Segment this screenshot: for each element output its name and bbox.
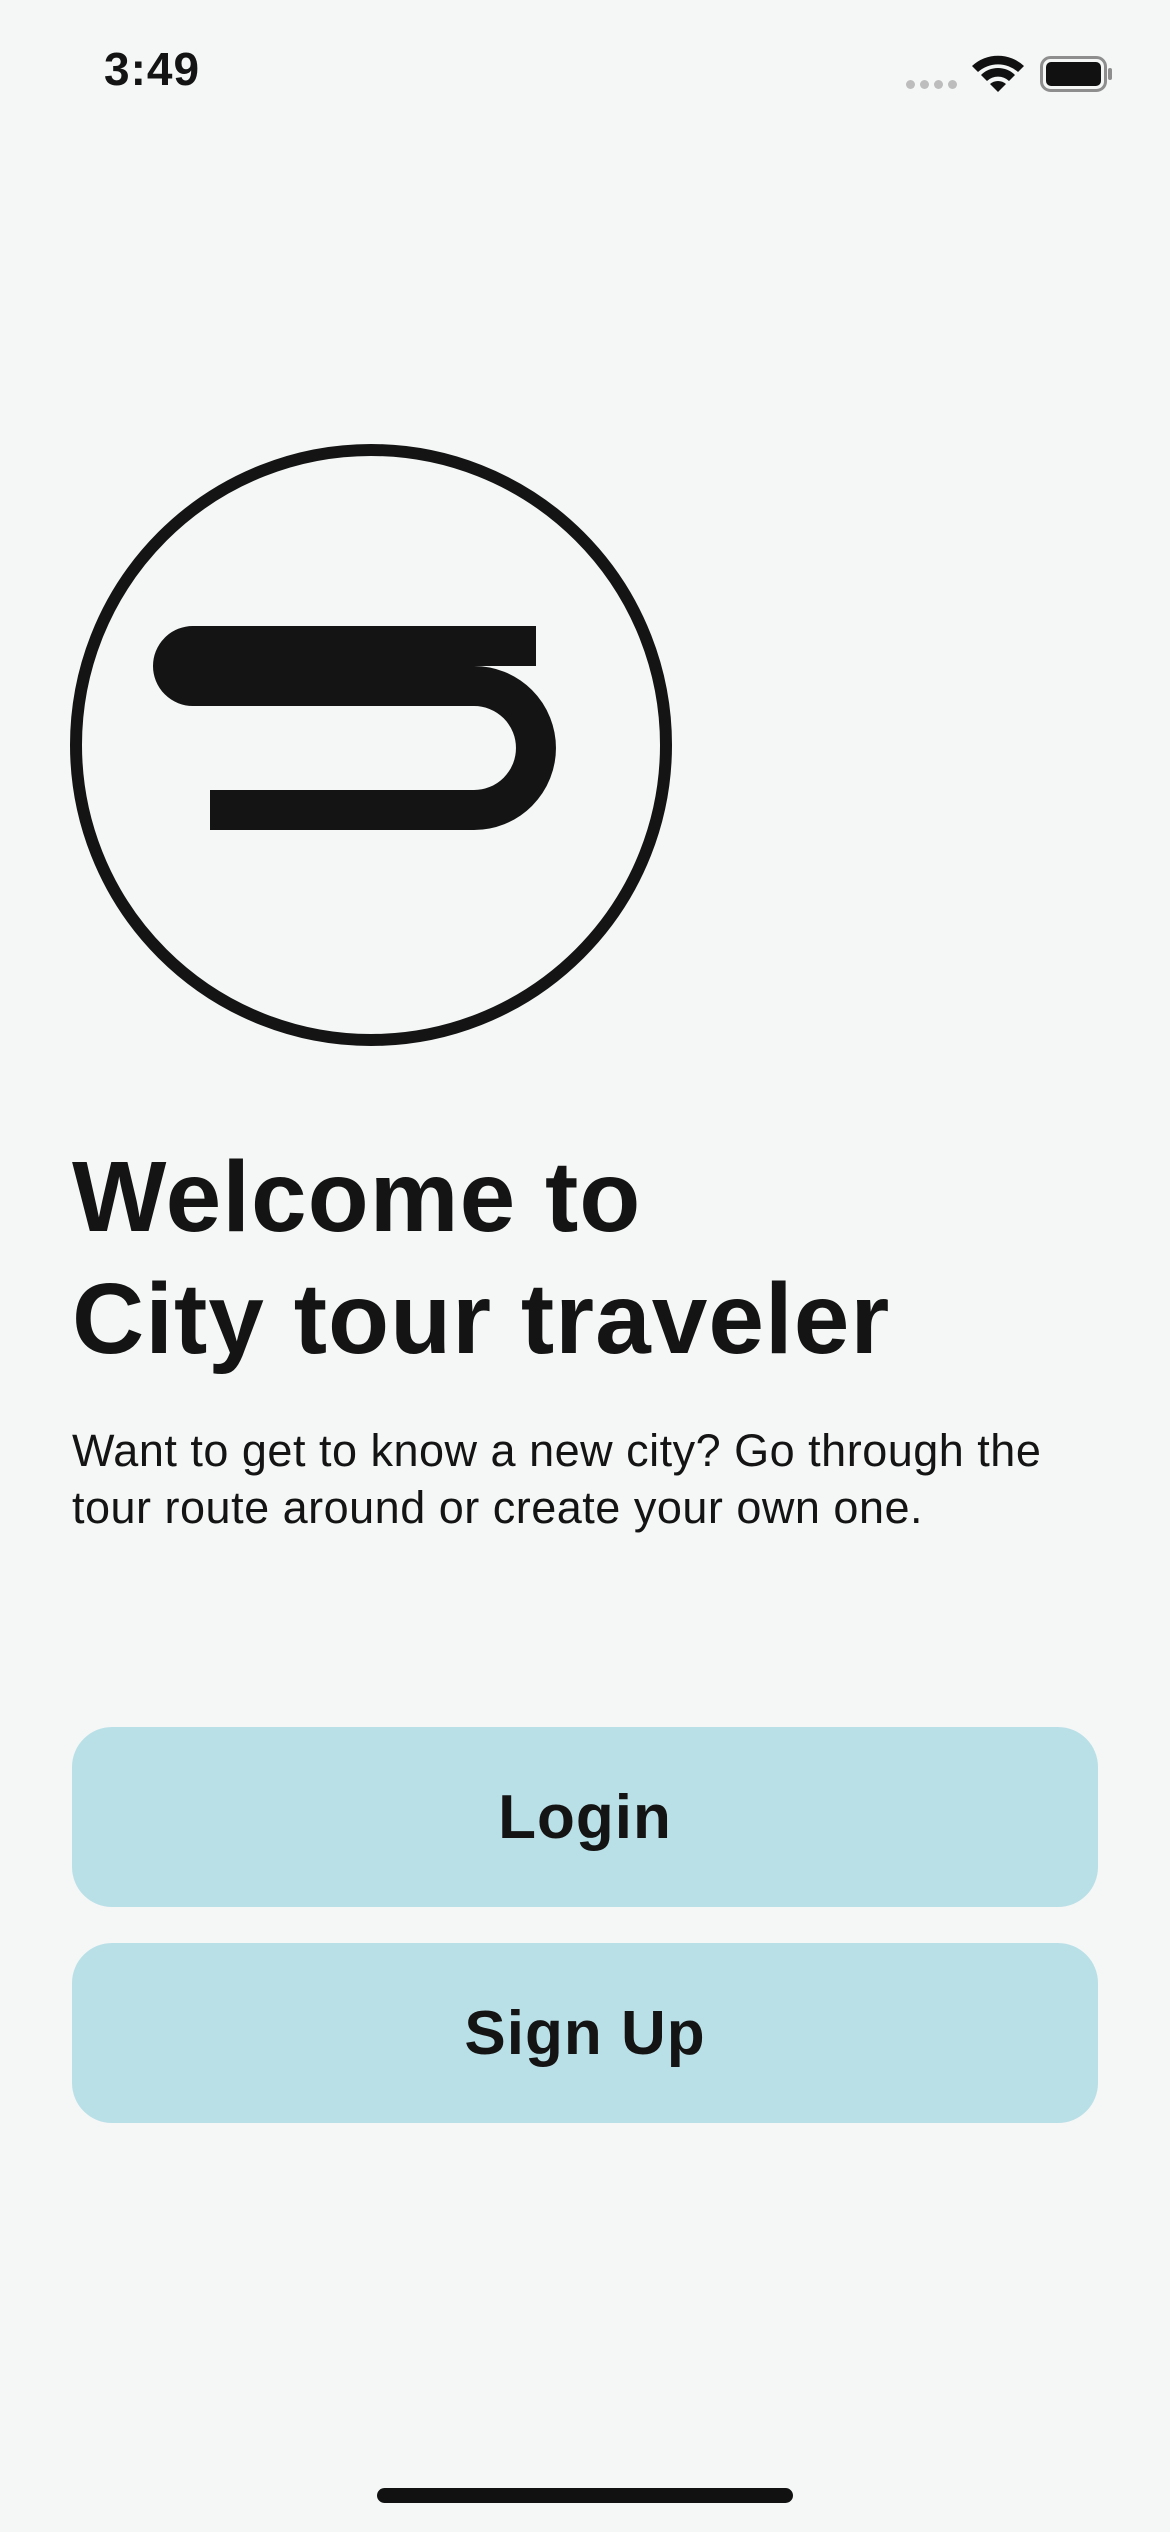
welcome-title-line2: City tour traveler [72, 1263, 891, 1375]
welcome-title-line1: Welcome to [72, 1141, 642, 1253]
app-logo-icon [70, 444, 672, 1046]
battery-icon [1040, 56, 1112, 92]
wifi-icon [972, 55, 1024, 92]
signup-button[interactable]: Sign Up [72, 1943, 1098, 2123]
signal-dots-icon [906, 80, 958, 90]
home-indicator[interactable] [377, 2488, 793, 2503]
welcome-description: Want to get to know a new city? Go throu… [72, 1425, 1042, 1533]
login-button[interactable]: Login [72, 1727, 1098, 1907]
status-bar: 3:49 [0, 0, 1170, 150]
welcome-title: Welcome to City tour traveler [72, 1136, 890, 1380]
status-time: 3:49 [104, 43, 201, 95]
